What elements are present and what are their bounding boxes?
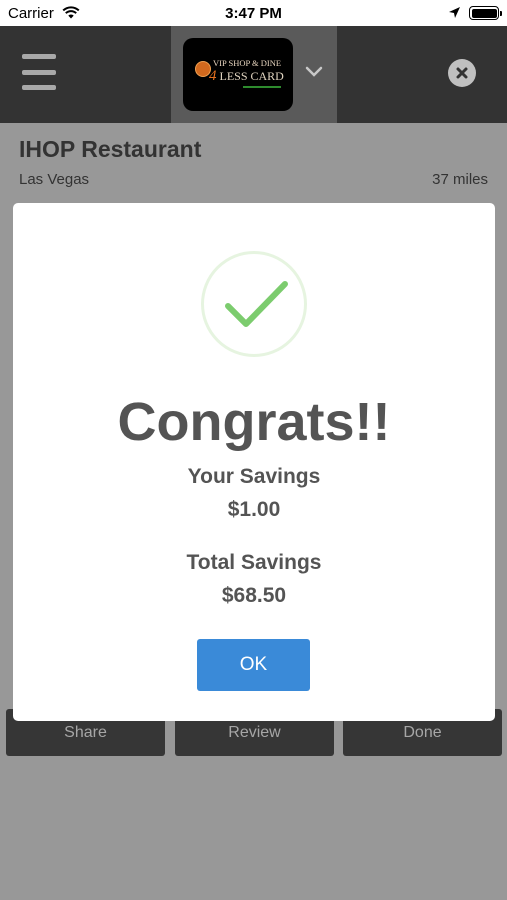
total-savings-label: Total Savings [186, 551, 322, 574]
status-bar: Carrier 3:47 PM [0, 0, 507, 26]
logo-line2: 4 LESS CARD [209, 68, 284, 84]
ok-button[interactable]: OK [197, 639, 310, 691]
location-arrow-icon [449, 7, 460, 18]
app-header: VIP SHOP & DINE 4 LESS CARD [0, 26, 507, 123]
your-savings-label: Your Savings [187, 465, 321, 488]
close-icon[interactable] [448, 59, 476, 87]
logo-line1: VIP SHOP & DINE [213, 58, 282, 68]
congrats-modal: Congrats!! Your Savings $1.00 Total Savi… [13, 203, 495, 721]
logo-stripe [243, 86, 281, 88]
restaurant-name: IHOP Restaurant [19, 136, 202, 162]
brand-selector[interactable]: VIP SHOP & DINE 4 LESS CARD [171, 26, 337, 123]
battery-icon [469, 6, 502, 20]
success-check-icon [201, 251, 307, 357]
brand-logo: VIP SHOP & DINE 4 LESS CARD [183, 38, 293, 111]
chevron-down-icon[interactable] [305, 66, 323, 78]
modal-title: Congrats!! [117, 392, 391, 452]
your-savings-value: $1.00 [227, 498, 281, 521]
menu-icon[interactable] [22, 54, 58, 90]
total-savings-value: $68.50 [221, 584, 287, 607]
restaurant-distance: 37 miles [432, 171, 488, 188]
status-time: 3:47 PM [225, 5, 282, 22]
restaurant-city: Las Vegas [19, 171, 90, 188]
